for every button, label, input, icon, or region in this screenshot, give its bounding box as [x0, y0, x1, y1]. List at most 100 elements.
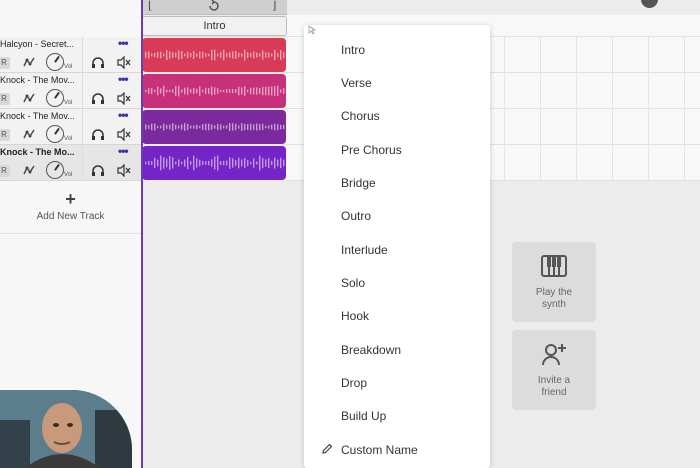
waveform-bar — [190, 161, 192, 165]
waveform-bar — [208, 88, 210, 94]
effects-icon[interactable] — [22, 127, 36, 141]
menu-item-pre-chorus[interactable]: Pre Chorus — [304, 135, 490, 165]
audio-clip[interactable] — [142, 110, 286, 144]
mute-icon[interactable] — [117, 128, 131, 141]
waveform-bar — [271, 124, 273, 130]
waveform-bar — [196, 124, 198, 130]
waveform-bar — [283, 124, 285, 130]
loop-end-marker[interactable]: ⌋ — [272, 0, 276, 12]
waveform-bar — [268, 52, 270, 58]
waveform-bar — [205, 161, 207, 165]
grid-line — [576, 37, 577, 182]
audio-clip[interactable] — [142, 38, 286, 72]
waveform-bar — [274, 49, 276, 61]
mute-icon[interactable] — [117, 92, 131, 105]
waveform-bar — [199, 86, 201, 96]
menu-item-interlude[interactable]: Interlude — [304, 235, 490, 265]
record-arm-button[interactable]: R — [0, 57, 10, 69]
menu-item-drop[interactable]: Drop — [304, 368, 490, 398]
waveform-bar — [196, 88, 198, 94]
volume-knob[interactable] — [46, 53, 64, 71]
volume-knob[interactable] — [46, 161, 64, 179]
waveform-bar — [202, 124, 204, 130]
record-arm-button[interactable]: R — [0, 93, 10, 105]
menu-item-solo[interactable]: Solo — [304, 268, 490, 298]
headphones-icon[interactable] — [91, 164, 105, 177]
waveform-bar — [241, 87, 243, 95]
waveform-bar — [175, 86, 177, 96]
menu-item-bridge[interactable]: Bridge — [304, 168, 490, 198]
divider — [82, 73, 83, 109]
more-dots-icon[interactable]: ••• — [118, 109, 129, 121]
volume-knob[interactable] — [46, 125, 64, 143]
effects-icon[interactable] — [22, 55, 36, 69]
effects-icon[interactable] — [22, 163, 36, 177]
waveform-bar — [193, 88, 195, 94]
track-row[interactable]: Knock - The Mov... R Vol ••• — [0, 73, 141, 109]
audio-clip[interactable] — [142, 74, 286, 108]
waveform-bar — [280, 89, 282, 93]
effects-icon[interactable] — [22, 91, 36, 105]
record-arm-button[interactable]: R — [0, 129, 10, 141]
add-new-track-button[interactable]: + Add New Track — [0, 190, 141, 234]
waveform-bar — [181, 89, 183, 93]
menu-item-breakdown[interactable]: Breakdown — [304, 335, 490, 365]
waveform-bar — [232, 89, 234, 93]
track-name[interactable]: Knock - The Mov... — [0, 75, 78, 85]
track-name[interactable]: Knock - The Mo... — [0, 147, 78, 157]
menu-item-build-up[interactable]: Build Up — [304, 401, 490, 431]
mute-icon[interactable] — [117, 56, 131, 69]
track-row[interactable]: Knock - The Mo... R Vol ••• — [0, 145, 141, 181]
loop-start-marker[interactable]: ⌊ — [148, 0, 152, 12]
track-row[interactable]: Halcyon - Secret... R Vol ••• — [0, 37, 141, 73]
waveform-bar — [247, 89, 249, 93]
more-dots-icon[interactable]: ••• — [118, 37, 129, 49]
play-synth-card[interactable]: Play the synth — [512, 242, 596, 322]
menu-item-intro[interactable]: Intro — [304, 35, 490, 65]
headphones-icon[interactable] — [91, 92, 105, 105]
waveform-bar — [172, 52, 174, 58]
menu-item-chorus[interactable]: Chorus — [304, 101, 490, 131]
waveform-bar — [145, 89, 147, 93]
loop-ruler[interactable]: ⌊ ⌋ — [142, 0, 287, 15]
mute-icon[interactable] — [117, 164, 131, 177]
track-name[interactable]: Halcyon - Secret... — [0, 39, 78, 49]
waveform-bar — [160, 88, 162, 94]
waveform-bar — [187, 123, 189, 131]
waveform-bar — [151, 87, 153, 95]
waveform-bar — [235, 89, 237, 93]
grid-line — [504, 37, 505, 182]
invite-friend-card[interactable]: Invite a friend — [512, 330, 596, 410]
track-name[interactable]: Knock - The Mov... — [0, 111, 78, 121]
waveform-bar — [256, 161, 258, 165]
audio-clip[interactable] — [142, 146, 286, 180]
menu-item-verse[interactable]: Verse — [304, 68, 490, 98]
more-dots-icon[interactable]: ••• — [118, 73, 129, 85]
record-arm-button[interactable]: R — [0, 165, 10, 177]
section-label-intro[interactable]: Intro — [142, 16, 287, 36]
waveform-bar — [199, 159, 201, 167]
more-dots-icon[interactable]: ••• — [118, 145, 129, 157]
headphones-icon[interactable] — [91, 56, 105, 69]
headphones-icon[interactable] — [91, 128, 105, 141]
waveform-bar — [148, 160, 150, 166]
waveform-bar — [163, 85, 165, 97]
grid-line — [648, 37, 649, 182]
loop-icon[interactable] — [207, 0, 221, 13]
card-label: Play the — [535, 287, 573, 298]
track-row[interactable]: Knock - The Mov... R Vol ••• — [0, 109, 141, 145]
waveform-bar — [274, 123, 276, 131]
waveform-bar — [217, 53, 219, 57]
waveform-bar — [190, 89, 192, 93]
waveform-bar — [229, 157, 231, 169]
waveform-bar — [223, 89, 225, 93]
menu-item-custom-name[interactable]: Custom Name — [304, 435, 490, 465]
waveform-bar — [178, 125, 180, 129]
waveform-bar — [262, 157, 264, 169]
waveform-bar — [262, 123, 264, 131]
volume-knob[interactable] — [46, 89, 64, 107]
menu-item-outro[interactable]: Outro — [304, 201, 490, 231]
menu-item-hook[interactable]: Hook — [304, 301, 490, 331]
playhead[interactable] — [141, 0, 143, 468]
waveform-bar — [247, 123, 249, 131]
